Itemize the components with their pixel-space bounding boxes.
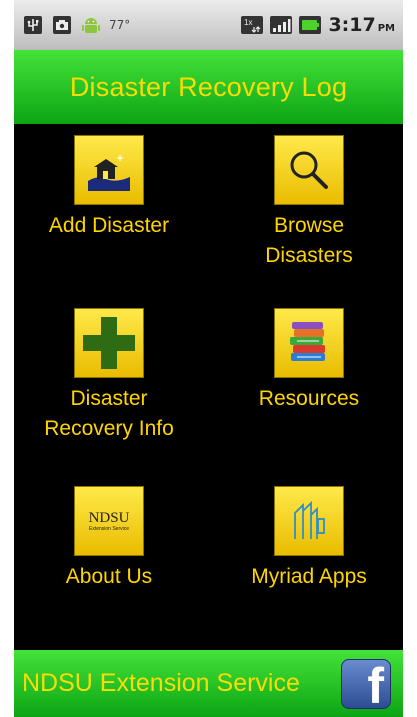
myriad-logo-icon (274, 486, 344, 556)
camera-icon (51, 14, 73, 36)
page-title: Disaster Recovery Log (69, 71, 348, 102)
title-bar: Disaster Recovery Log (14, 50, 403, 124)
about-us-label: About Us (65, 565, 153, 588)
facebook-button[interactable]: f (341, 658, 391, 709)
battery-icon (299, 14, 322, 36)
android-icon (80, 14, 102, 36)
resources-label: Resources (258, 387, 360, 410)
svg-text:1x: 1x (244, 18, 252, 27)
myriad-apps-label: Myriad Apps (251, 565, 367, 588)
temperature-text: 77° (109, 18, 131, 32)
browse-disasters-button[interactable]: Browse Disasters (214, 135, 403, 271)
usb-icon (22, 14, 44, 36)
myriad-apps-button[interactable]: Myriad Apps (214, 486, 403, 592)
add-disaster-label: Add Disaster (48, 214, 170, 237)
ndsu-logo-icon: NDSU Extension Service (74, 486, 144, 556)
status-bar: 77° 1x 3:17 PM (14, 0, 403, 50)
resources-button[interactable]: Resources (214, 308, 403, 414)
data-1x-icon: 1x (241, 14, 264, 36)
browse-disasters-label: Browse Disasters (265, 214, 353, 267)
footer-bar: NDSU Extension Service f (14, 650, 403, 717)
facebook-icon: f (367, 658, 384, 709)
disaster-recovery-info-label: Disaster Recovery Info (44, 387, 174, 440)
disaster-recovery-info-button[interactable]: Disaster Recovery Info (14, 308, 204, 444)
books-icon (274, 308, 344, 378)
add-disaster-button[interactable]: Add Disaster (14, 135, 204, 241)
green-cross-icon (74, 308, 144, 378)
app-screen: 77° 1x 3:17 PM Disaster Recovery Log Add… (14, 0, 403, 717)
signal-icon (270, 14, 293, 36)
about-us-button[interactable]: NDSU Extension Service About Us (14, 486, 204, 592)
magnifier-icon (274, 135, 344, 205)
footer-link[interactable]: NDSU Extension Service (22, 669, 300, 698)
house-icon (74, 135, 144, 205)
clock: 3:17 PM (328, 14, 395, 36)
